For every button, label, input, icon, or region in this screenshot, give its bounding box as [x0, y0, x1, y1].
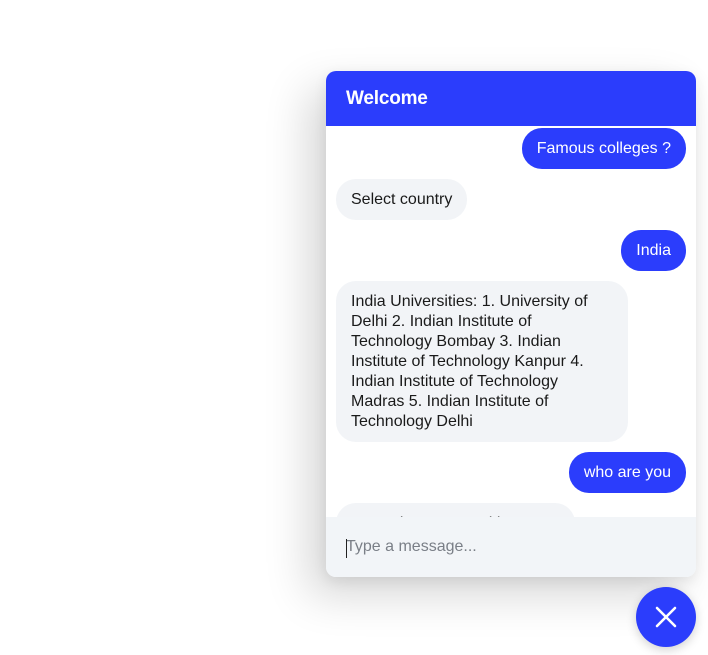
message-input[interactable]	[346, 538, 666, 556]
message-row: I am a bot, powered by Rasa.	[336, 503, 686, 517]
bot-message: India Universities: 1. University of Del…	[336, 281, 628, 442]
text-caret	[346, 539, 347, 558]
bot-message: Select country	[336, 179, 468, 220]
message-list[interactable]: Famous colleges ? Select country India I…	[326, 126, 696, 517]
user-message: India	[621, 230, 686, 271]
message-composer	[326, 517, 696, 577]
bot-message: I am a bot, powered by Rasa.	[336, 503, 575, 517]
message-row: Famous colleges ?	[336, 128, 686, 169]
message-row: India	[336, 230, 686, 271]
user-message: Famous colleges ?	[521, 128, 686, 169]
message-row: India Universities: 1. University of Del…	[336, 281, 686, 442]
close-icon	[655, 606, 677, 628]
chat-header: Welcome	[326, 71, 696, 126]
message-row: who are you	[336, 452, 686, 493]
user-message: who are you	[568, 452, 686, 493]
chat-title: Welcome	[346, 87, 428, 109]
chat-widget: Welcome Famous colleges ? Select country…	[326, 71, 696, 577]
close-chat-button[interactable]	[636, 587, 696, 647]
message-row: Select country	[336, 179, 686, 220]
